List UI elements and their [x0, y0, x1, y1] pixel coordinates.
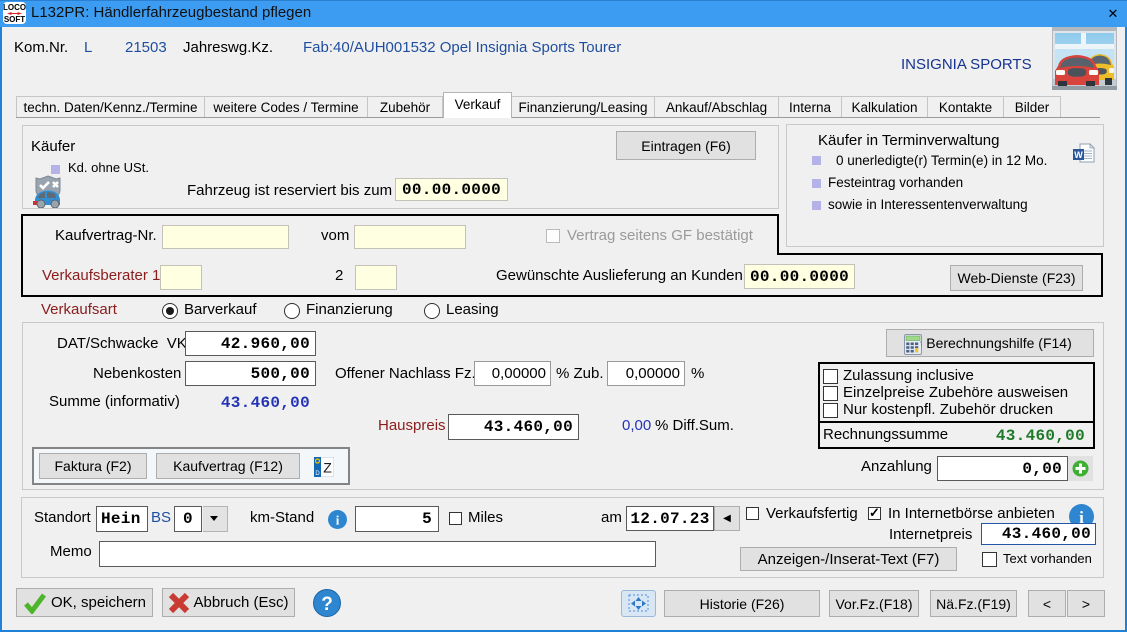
svg-text:D: D	[315, 471, 320, 477]
svg-text:Z: Z	[323, 460, 332, 476]
svg-text:?: ?	[920, 342, 922, 348]
svg-text:W: W	[1074, 150, 1083, 160]
svg-text:i: i	[336, 513, 340, 528]
svg-text:?: ?	[321, 594, 333, 615]
